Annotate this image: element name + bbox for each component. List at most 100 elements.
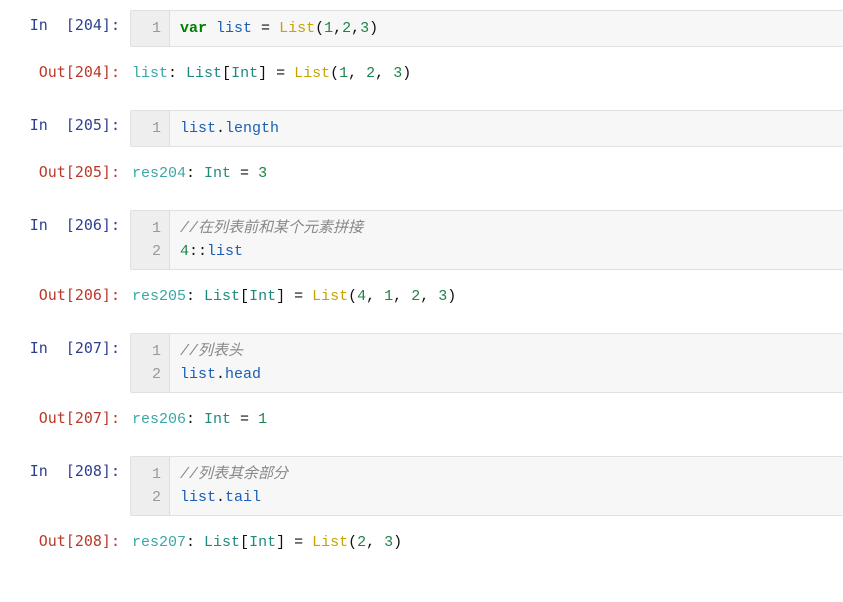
code-line[interactable]: //在列表前和某个元素拼接 (180, 217, 833, 240)
code-content[interactable]: //列表其余部分list.tail (170, 457, 843, 516)
code-token: , (420, 288, 438, 305)
code-token: ( (330, 65, 339, 82)
code-token: ) (393, 534, 402, 551)
code-line[interactable]: //列表头 (180, 340, 833, 363)
out-prompt: Out[204]: (10, 57, 130, 81)
code-token: ] = (276, 288, 312, 305)
code-token: Int (231, 65, 258, 82)
code-token: 1 (384, 288, 393, 305)
code-token: List (204, 288, 240, 305)
code-token: Int (249, 288, 276, 305)
gutter-line-number: 1 (139, 463, 161, 486)
code-input-area[interactable]: 12 //列表头 list.head (130, 333, 843, 394)
notebook-cell: In [208]:12//列表其余部分list.tailOut[208]:res… (10, 456, 843, 561)
code-token: tail (225, 489, 261, 506)
in-prompt: In [205]: (10, 110, 130, 134)
code-token: , (393, 288, 411, 305)
code-token: 2 (411, 288, 420, 305)
code-token: ] = (258, 65, 294, 82)
output-content: res204: Int = 3 (130, 157, 843, 192)
in-prompt: In [207]: (10, 333, 130, 357)
code-line[interactable]: list.length (180, 117, 833, 140)
notebook-container: In [204]:1var list = List(1,2,3)Out[204]… (10, 10, 843, 561)
code-token: List (312, 288, 348, 305)
gutter-line-number: 1 (139, 117, 161, 140)
notebook-cell: In [205]: 1 list.length Out[205]:res204: In… (10, 110, 843, 192)
code-token: , (348, 65, 366, 82)
code-token: res204 (132, 165, 186, 182)
code-token: 1 (339, 65, 348, 82)
code-token: : (186, 288, 204, 305)
code-token: 2 (366, 65, 375, 82)
code-token: [ (240, 288, 249, 305)
code-input-area[interactable]: 12//在列表前和某个元素拼接4::list (130, 210, 843, 271)
code-token: List (279, 20, 315, 37)
code-token: head (225, 366, 261, 383)
code-token: //列表头 (180, 343, 243, 360)
gutter-line-number: 1 (139, 217, 161, 240)
notebook-cell: In [204]:1var list = List(1,2,3)Out[204]… (10, 10, 843, 92)
code-line[interactable]: 4::list (180, 240, 833, 263)
line-gutter: 1 (131, 111, 170, 146)
line-gutter: 1 (131, 11, 170, 46)
output-row: Out[206]:res205: List[Int] = List(4, 1, … (10, 280, 843, 315)
code-token: 2 (357, 534, 366, 551)
out-prompt: Out[206]: (10, 280, 130, 304)
code-token: , (366, 288, 384, 305)
code-token (207, 20, 216, 37)
code-token: //在列表前和某个元素拼接 (180, 220, 363, 237)
code-token: list (216, 20, 252, 37)
code-content[interactable]: //列表头 list.head (170, 334, 843, 393)
code-token: 4 (180, 243, 189, 260)
code-token: , (366, 534, 384, 551)
line-gutter: 12 (131, 211, 170, 270)
code-token: , (351, 20, 360, 37)
code-input-area[interactable]: 1 list.length (130, 110, 843, 147)
code-token: List (294, 65, 330, 82)
code-line[interactable]: //列表其余部分 (180, 463, 833, 486)
gutter-line-number: 2 (139, 363, 161, 386)
code-token: . (216, 120, 225, 137)
code-content[interactable]: //在列表前和某个元素拼接4::list (170, 211, 843, 270)
code-content[interactable]: list.length (170, 111, 843, 146)
in-prompt: In [208]: (10, 456, 130, 480)
code-token: var (180, 20, 207, 37)
code-token: list (180, 120, 216, 137)
code-token: 1 (258, 411, 267, 428)
code-token: list (180, 366, 216, 383)
output-content: res206: Int = 1 (130, 403, 843, 438)
code-token: length (225, 120, 279, 137)
code-line[interactable]: list.tail (180, 486, 833, 509)
code-token: ) (402, 65, 411, 82)
code-token: res207 (132, 534, 186, 551)
code-token: list (207, 243, 243, 260)
input-row: In [207]: 12 //列表头 list.head (10, 333, 843, 394)
code-token: List (186, 65, 222, 82)
code-token: [ (240, 534, 249, 551)
code-token: ( (348, 534, 357, 551)
code-token: List (312, 534, 348, 551)
code-token: [ (222, 65, 231, 82)
code-token: = (231, 165, 258, 182)
code-token: ) (369, 20, 378, 37)
code-token: : (186, 534, 204, 551)
gutter-line-number: 2 (139, 486, 161, 509)
code-input-area[interactable]: 12 //列表其余部分list.tail (130, 456, 843, 517)
code-token: List (204, 534, 240, 551)
code-line[interactable]: var list = List(1,2,3) (180, 17, 833, 40)
code-token: ) (447, 288, 456, 305)
code-token: , (375, 65, 393, 82)
code-token: 3 (393, 65, 402, 82)
gutter-line-number: 2 (139, 240, 161, 263)
code-token: 3 (384, 534, 393, 551)
code-token: : (186, 165, 204, 182)
code-token: 4 (357, 288, 366, 305)
code-token: = (231, 411, 258, 428)
code-input-area[interactable]: 1 var list = List(1,2,3) (130, 10, 843, 47)
code-content[interactable]: var list = List(1,2,3) (170, 11, 843, 46)
output-row: Out[205]:res204: Int = 3 (10, 157, 843, 192)
code-line[interactable]: list.head (180, 363, 833, 386)
input-row: In [208]: 12 //列表其余部分list.tail (10, 456, 843, 517)
output-row: Out[207]:res206: Int = 1 (10, 403, 843, 438)
gutter-line-number: 1 (139, 340, 161, 363)
